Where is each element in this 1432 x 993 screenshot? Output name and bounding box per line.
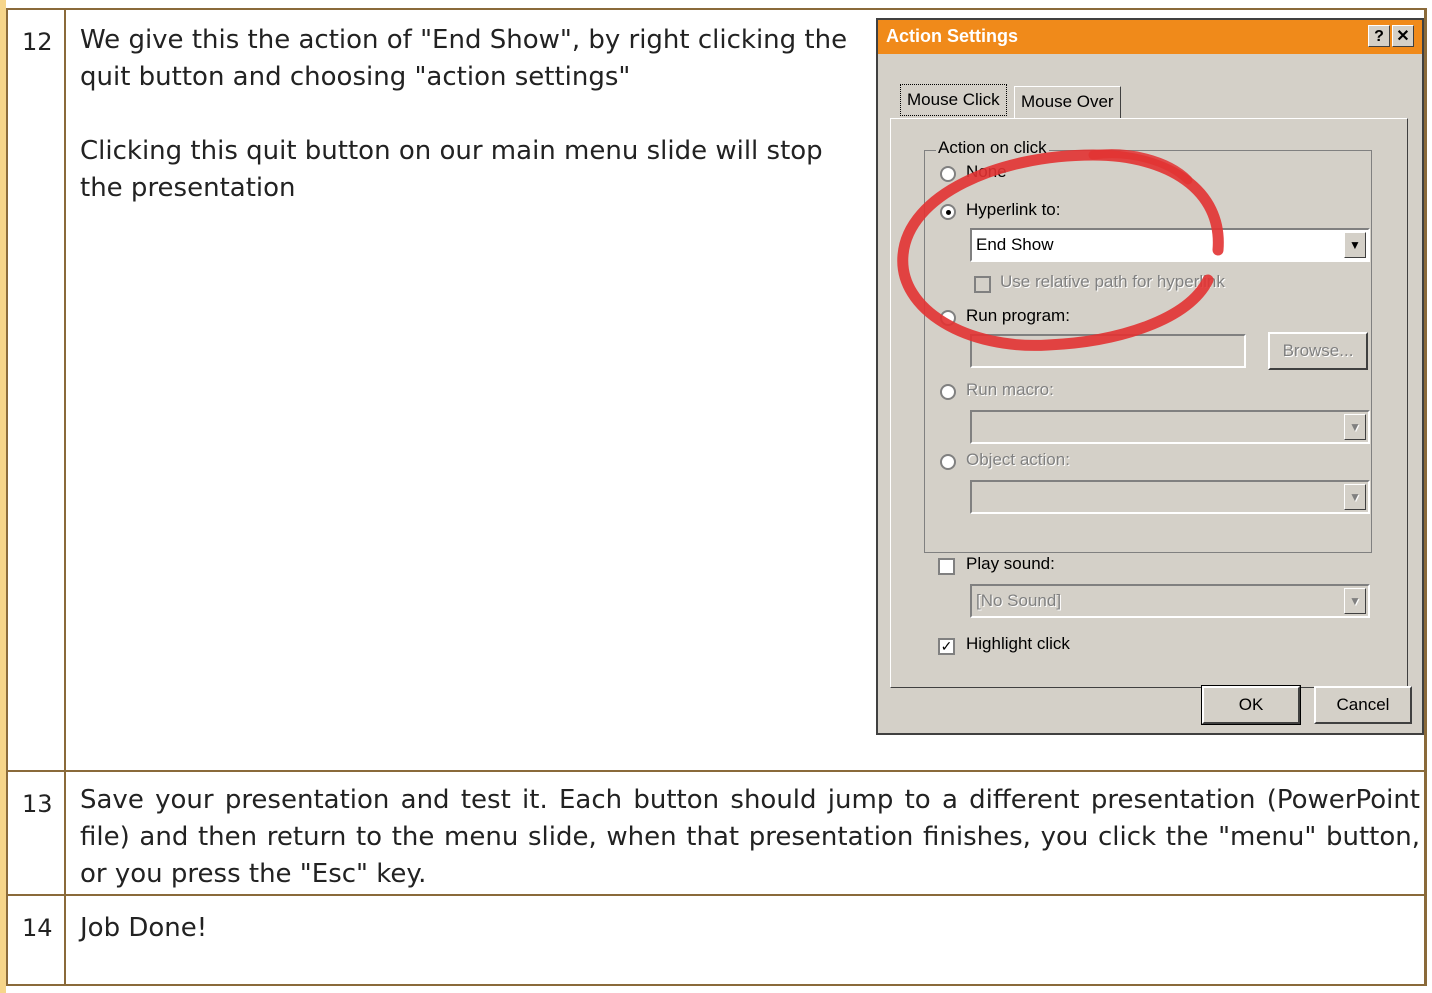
none-radio[interactable] (940, 166, 956, 182)
dialog-titlebar: Action Settings ? ✕ (878, 20, 1422, 54)
run-macro-radio[interactable] (940, 384, 956, 400)
step-paragraph: Job Done! (80, 913, 208, 943)
run-program-radio[interactable] (940, 310, 956, 326)
sound-select-value: [No Sound] (976, 591, 1062, 610)
none-label: None (966, 162, 1007, 181)
table-row: 13 Save your presentation and test it. E… (8, 770, 1424, 894)
highlight-click-checkbox[interactable]: ✓ (938, 638, 955, 655)
relative-path-label: Use relative path for hyperlink (1000, 272, 1225, 291)
table-row: 14 Job Done! (8, 894, 1424, 984)
step-number-cell: 14 (8, 896, 66, 984)
object-action-label: Object action: (966, 450, 1070, 469)
step-paragraph: Clicking this quit button on our main me… (80, 136, 823, 203)
step-number: 13 (22, 790, 53, 818)
help-button[interactable]: ? (1368, 25, 1390, 47)
step-paragraph: We give this the action of "End Show", b… (80, 25, 848, 92)
run-macro-label: Run macro: (966, 380, 1054, 399)
action-settings-dialog: Action Settings ? ✕ Mouse Click Mouse Ov… (876, 18, 1424, 735)
cancel-button[interactable]: Cancel (1314, 686, 1412, 724)
chevron-down-icon[interactable]: ▼ (1344, 484, 1366, 510)
hyperlink-select[interactable]: End Show ▼ (970, 228, 1370, 262)
group-label: Action on click (936, 138, 1049, 158)
tab-mouse-click[interactable]: Mouse Click (900, 84, 1007, 116)
tab-mouse-over[interactable]: Mouse Over (1014, 86, 1121, 118)
play-sound-checkbox[interactable] (938, 558, 955, 575)
chevron-down-icon[interactable]: ▼ (1344, 414, 1366, 440)
browse-button[interactable]: Browse... (1268, 332, 1368, 370)
sound-select[interactable]: [No Sound] ▼ (970, 584, 1370, 618)
relative-path-checkbox[interactable] (974, 276, 991, 293)
step-text: We give this the action of "End Show", b… (80, 22, 870, 207)
step-number-cell: 12 (8, 10, 66, 770)
chevron-down-icon[interactable]: ▼ (1344, 232, 1366, 258)
step-number-cell: 13 (8, 772, 66, 894)
hyperlink-select-value: End Show (976, 235, 1054, 254)
play-sound-label: Play sound: (966, 554, 1055, 573)
highlight-click-label: Highlight click (966, 634, 1070, 653)
run-macro-select[interactable]: ▼ (970, 410, 1370, 444)
hyperlink-label: Hyperlink to: (966, 200, 1061, 219)
close-button[interactable]: ✕ (1392, 25, 1414, 47)
run-program-label: Run program: (966, 306, 1070, 325)
step-paragraph: Save your presentation and test it. Each… (80, 785, 1420, 889)
dialog-title: Action Settings (886, 26, 1019, 46)
run-program-input[interactable] (970, 334, 1246, 368)
step-number: 12 (22, 28, 53, 56)
object-action-radio[interactable] (940, 454, 956, 470)
object-action-select[interactable]: ▼ (970, 480, 1370, 514)
chevron-down-icon[interactable]: ▼ (1344, 588, 1366, 614)
step-number: 14 (22, 914, 53, 942)
hyperlink-radio[interactable] (940, 204, 956, 220)
ok-button[interactable]: OK (1201, 685, 1301, 725)
